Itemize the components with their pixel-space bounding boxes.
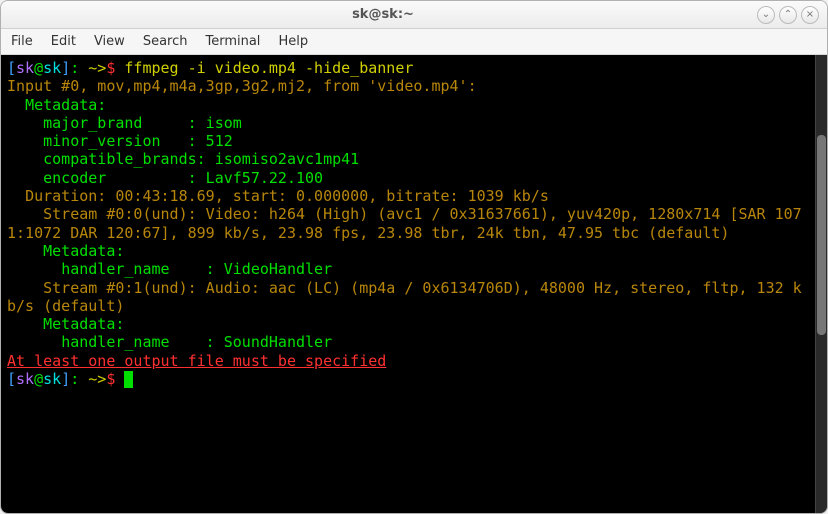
menu-terminal[interactable]: Terminal xyxy=(205,34,260,49)
minimize-button[interactable]: ⌄ xyxy=(757,6,775,24)
menubar: File Edit View Search Terminal Help xyxy=(1,29,827,55)
output-line: At least one output file must be specifi… xyxy=(7,352,809,370)
output-line: encoder : Lavf57.22.100 xyxy=(7,169,809,187)
close-button[interactable]: × xyxy=(801,6,819,24)
output-line: Duration: 00:43:18.69, start: 0.000000, … xyxy=(7,187,809,205)
output-line: minor_version : 512 xyxy=(7,132,809,150)
scrollbar-thumb[interactable] xyxy=(817,135,826,335)
cursor xyxy=(124,371,133,388)
output-line: Stream #0:0(und): Video: h264 (High) (av… xyxy=(7,205,809,242)
prompt-line: [sk@sk]: ~>$ xyxy=(7,370,809,388)
scrollbar[interactable] xyxy=(815,55,827,513)
output-line: handler_name : VideoHandler xyxy=(7,260,809,278)
command-text: ffmpeg -i video.mp4 -hide_banner xyxy=(124,59,413,77)
menu-help[interactable]: Help xyxy=(278,34,308,49)
output-line: Metadata: xyxy=(7,96,809,114)
terminal-content[interactable]: [sk@sk]: ~>$ ffmpeg -i video.mp4 -hide_b… xyxy=(1,55,815,513)
menu-file[interactable]: File xyxy=(11,34,33,49)
output-line: Stream #0:1(und): Audio: aac (LC) (mp4a … xyxy=(7,279,809,316)
output-line: Metadata: xyxy=(7,242,809,260)
output-line: Input #0, mov,mp4,m4a,3gp,3g2,mj2, from … xyxy=(7,77,809,95)
maximize-button[interactable]: ⌃ xyxy=(779,6,797,24)
output-line: handler_name : SoundHandler xyxy=(7,333,809,351)
menu-search[interactable]: Search xyxy=(143,34,188,49)
prompt-line: [sk@sk]: ~>$ ffmpeg -i video.mp4 -hide_b… xyxy=(7,59,809,77)
window-title: sk@sk:~ xyxy=(9,7,757,22)
terminal-window: sk@sk:~ ⌄ ⌃ × File Edit View Search Term… xyxy=(0,0,828,514)
titlebar: sk@sk:~ ⌄ ⌃ × xyxy=(1,1,827,29)
output-line: compatible_brands: isomiso2avc1mp41 xyxy=(7,150,809,168)
menu-view[interactable]: View xyxy=(94,34,125,49)
output-line: Metadata: xyxy=(7,315,809,333)
menu-edit[interactable]: Edit xyxy=(51,34,76,49)
window-buttons: ⌄ ⌃ × xyxy=(757,6,819,24)
terminal-area: [sk@sk]: ~>$ ffmpeg -i video.mp4 -hide_b… xyxy=(1,55,827,513)
output-line: major_brand : isom xyxy=(7,114,809,132)
